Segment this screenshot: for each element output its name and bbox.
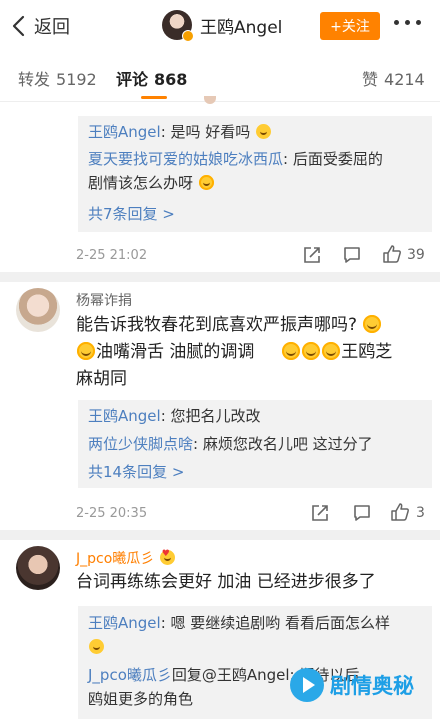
commenter-name-text: J_pco曦瓜彡 [76,551,155,567]
commenter-name[interactable]: J_pco曦瓜彡 [76,548,176,568]
reply-item [88,636,105,658]
watermark-text: 剧情奥秘 [330,674,414,698]
share-icon[interactable] [302,245,322,265]
reply-text: 剧情该怎么办呀 [88,174,194,192]
reply-item: 两位少侠脚点啥: 麻烦您改名儿吧 这过分了 [88,433,373,455]
commenter-name[interactable]: 杨幂诈捐 [76,290,132,310]
verified-badge-icon [182,30,194,42]
comment-icon[interactable] [342,245,362,265]
grin-emoji-icon [89,639,104,654]
back-label: 返回 [34,17,70,38]
more-replies-link[interactable]: 共7条回复 > [88,203,175,225]
more-replies-link[interactable]: 共14条回复 > [88,461,184,483]
reply-item: 夏天要找可爱的姑娘吃冰西瓜: 后面受委屈的 [88,148,383,170]
reply-box[interactable]: 王鸥Angel: 您把名儿改改 两位少侠脚点啥: 麻烦您改名儿吧 这过分了 共1… [78,400,432,488]
comment-text: 油嘴滑舌 油腻的调调 王鸥芝 [76,339,392,366]
like-icon[interactable] [390,502,410,522]
back-button[interactable]: 返回 [10,12,70,40]
reply-item: 王鸥Angel: 是吗 好看吗 [88,121,272,143]
tab-count: 4214 [384,70,425,89]
reply-author[interactable]: 王鸥Angel [88,407,161,425]
like-count: 3 [416,505,425,521]
more-dots-icon[interactable] [394,20,421,25]
tab-comments[interactable]: 评论 868 [116,66,187,90]
comment-time: 2-25 20:35 [76,506,148,521]
divider [0,272,440,282]
reply-item: 王鸥Angel: 嗯 要继续追剧哟 看看后面怎么样 [88,612,390,634]
active-tab-indicator [141,96,167,99]
reply-author[interactable]: 王鸥Angel [88,123,161,141]
reply-text: 鸥姐更多的角色 [88,690,194,708]
reply-box[interactable]: 王鸥Angel: 是吗 好看吗 夏天要找可爱的姑娘吃冰西瓜: 后面受委屈的 剧情… [78,116,432,232]
back-chevron-icon [12,15,25,37]
divider [0,530,440,540]
share-icon[interactable] [310,503,330,523]
avatar[interactable] [162,10,194,42]
tab-likes[interactable]: 赞 4214 [362,66,425,90]
reply-author[interactable]: 王鸥Angel [88,614,161,632]
tab-reposts[interactable]: 转发 5192 [18,66,97,90]
comment-text: 能告诉我牧春花到底喜欢严振声哪吗? [76,312,382,339]
like-count: 39 [407,247,425,263]
cry-laugh-emoji-icon [282,342,301,360]
heart-eyes-emoji-icon [159,549,175,565]
tab-bar: 转发 5192 评论 868 赞 4214 [0,52,440,102]
reply-text: : 后面受委屈的 [283,150,383,168]
follow-button[interactable]: +关注 [320,12,380,40]
tab-label: 评论 [116,70,149,89]
cry-laugh-emoji-icon [322,342,341,360]
username[interactable]: 王鸥Angel [200,13,282,38]
cry-laugh-emoji-icon [198,175,214,190]
cry-laugh-emoji-icon [302,342,321,360]
comment-line: 能告诉我牧春花到底喜欢严振声哪吗? [76,315,358,335]
watermark: 剧情奥秘 [290,668,414,702]
reply-item: 剧情该怎么办呀 [88,172,215,194]
reply-text: : 您把名儿改改 [160,407,261,425]
comment-line: 王鸥芝 [341,342,393,362]
cry-laugh-emoji-icon [77,342,95,360]
cry-laugh-emoji-icon [363,315,382,333]
comment-text: 台词再练练会更好 加油 已经进步很多了 [76,572,376,592]
comment-line: 油嘴滑舌 油腻的调调 [96,342,255,362]
comment-icon[interactable] [352,503,372,523]
reply-author[interactable]: J_pco曦瓜彡 [88,666,172,684]
reply-item: 王鸥Angel: 您把名儿改改 [88,405,261,427]
comment-text: 麻胡同 [76,366,127,393]
tab-count: 868 [154,70,188,89]
play-logo-icon [290,668,324,702]
like-icon[interactable] [382,244,402,264]
reply-author[interactable]: 两位少侠脚点啥 [88,435,193,453]
tab-label: 赞 [362,70,379,89]
tab-count: 5192 [56,70,97,89]
top-nav: 返回 王鸥Angel +关注 [0,0,440,52]
reply-text: : 是吗 好看吗 [160,123,251,141]
reply-author[interactable]: 夏天要找可爱的姑娘吃冰西瓜 [88,150,283,168]
scrolled-avatar-fragment [204,96,216,104]
reply-text: : 麻烦您改名儿吧 这过分了 [193,435,373,453]
reply-text: : 嗯 要继续追剧哟 看看后面怎么样 [160,614,391,632]
reply-item: 鸥姐更多的角色 [88,688,193,710]
avatar[interactable] [16,288,60,332]
smile-emoji-icon [256,124,272,139]
tab-label: 转发 [18,70,51,89]
profile-header[interactable]: 王鸥Angel [162,10,282,42]
comment-line: 麻胡同 [76,369,127,389]
reply-box[interactable]: 王鸥Angel: 嗯 要继续追剧哟 看看后面怎么样 J_pco曦瓜彡回复@王鸥A… [78,606,432,719]
comment-time: 2-25 21:02 [76,248,148,263]
avatar[interactable] [16,546,60,590]
